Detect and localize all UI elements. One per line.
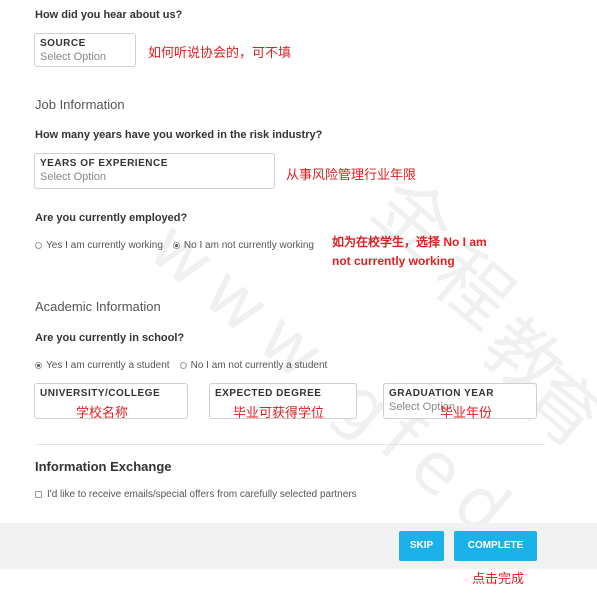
job-section-title: Job Information bbox=[35, 97, 125, 112]
years-question: How many years have you worked in the ri… bbox=[35, 129, 323, 141]
years-note: 从事风险管理行业年限 bbox=[286, 167, 417, 182]
source-value: Select Option bbox=[40, 51, 107, 63]
graduation-year-note: 毕业年份 bbox=[440, 405, 493, 420]
school-yes-label: Yes I am currently a student bbox=[46, 360, 170, 371]
complete-note: 点击完成 bbox=[472, 571, 525, 586]
employed-radio-group: Yes I am currently working No I am not c… bbox=[35, 240, 324, 251]
exchange-checkbox-row[interactable]: I'd like to receive emails/special offer… bbox=[35, 489, 357, 500]
employed-question: Are you currently employed? bbox=[35, 212, 188, 224]
school-yes-option[interactable]: Yes I am currently a student bbox=[35, 360, 170, 371]
radio-selected-icon bbox=[35, 362, 42, 369]
source-label: SOURCE bbox=[40, 38, 86, 49]
years-select[interactable]: YEARS OF EXPERIENCE Select Option bbox=[34, 153, 275, 189]
hear-question: How did you hear about us? bbox=[35, 9, 183, 21]
employed-note-line2: not currently working bbox=[332, 254, 455, 268]
university-label: UNIVERSITY/COLLEGE bbox=[40, 388, 161, 399]
employed-yes-option[interactable]: Yes I am currently working bbox=[35, 240, 163, 251]
radio-icon bbox=[35, 242, 42, 249]
degree-note: 毕业可获得学位 bbox=[233, 405, 325, 420]
skip-button[interactable]: SKIP bbox=[399, 531, 444, 561]
employed-note-line1: 如为在校学生，选择 No I am bbox=[332, 235, 487, 249]
radio-icon bbox=[179, 362, 187, 369]
school-no-label: No I am not currently a student bbox=[190, 360, 328, 371]
years-label: YEARS OF EXPERIENCE bbox=[40, 158, 168, 169]
graduation-year-label: GRADUATION YEAR bbox=[389, 388, 494, 399]
employed-no-label: No I am not currently working bbox=[183, 240, 314, 251]
exchange-checkbox-label: I'd like to receive emails/special offer… bbox=[47, 489, 357, 500]
university-note: 学校名称 bbox=[76, 405, 129, 420]
hear-note: 如何听说协会的，可不填 bbox=[148, 45, 292, 60]
school-no-option[interactable]: No I am not currently a student bbox=[179, 360, 328, 371]
employed-no-option[interactable]: No I am not currently working bbox=[172, 240, 314, 251]
radio-selected-icon bbox=[172, 242, 180, 249]
source-select[interactable]: SOURCE Select Option bbox=[34, 33, 136, 67]
academic-section-title: Academic Information bbox=[35, 299, 161, 314]
checkbox-icon[interactable] bbox=[35, 491, 42, 498]
complete-button[interactable]: COMPLETE bbox=[454, 531, 537, 561]
degree-label: EXPECTED DEGREE bbox=[215, 388, 322, 399]
employed-yes-label: Yes I am currently working bbox=[46, 240, 163, 251]
section-divider bbox=[35, 444, 545, 445]
school-question: Are you currently in school? bbox=[35, 332, 185, 344]
school-radio-group: Yes I am currently a student No I am not… bbox=[35, 360, 337, 371]
years-value: Select Option bbox=[40, 171, 107, 183]
exchange-title: Information Exchange bbox=[35, 459, 172, 474]
